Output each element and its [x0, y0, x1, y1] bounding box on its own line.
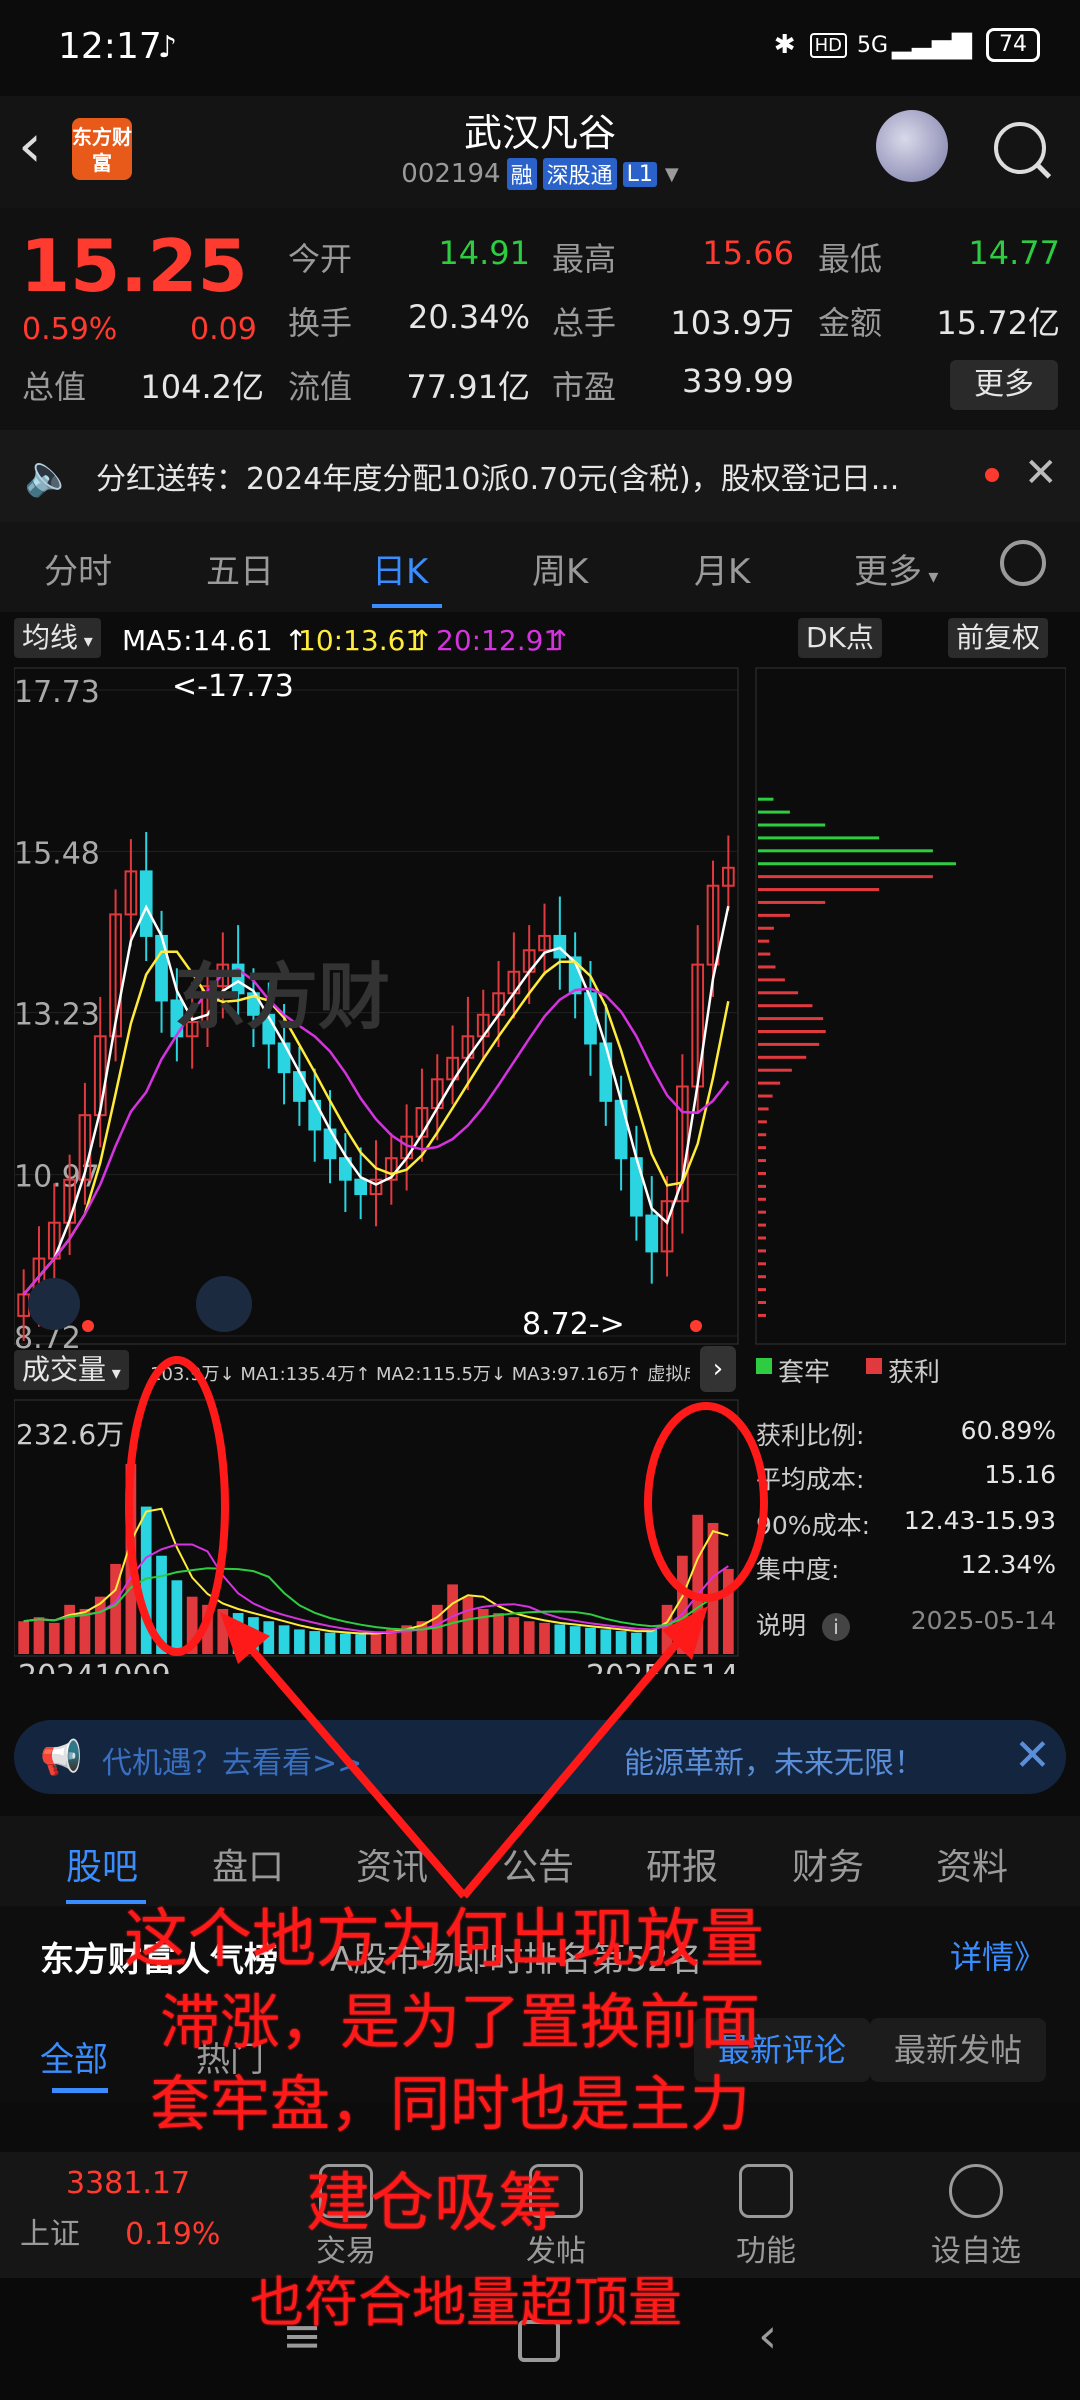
- annotation-line-3: 套牢盘，同时也是主力: [150, 2070, 750, 2140]
- annotation-line-5: 也符合地量超顶量: [250, 2271, 682, 2334]
- annotation-line-2: 滞涨，是为了置换前面: [160, 1988, 760, 2058]
- annotation-arrow-left: [224, 1619, 468, 1899]
- annotation-line-4: 建仓吸筹: [306, 2167, 562, 2241]
- annotation-circle-left: [125, 1356, 229, 1656]
- annotation-line-1: 这个地方为何出现放量: [124, 1903, 764, 1977]
- annotation-arrow-right: [460, 1613, 704, 1899]
- annotation-circle-right: [644, 1402, 768, 1602]
